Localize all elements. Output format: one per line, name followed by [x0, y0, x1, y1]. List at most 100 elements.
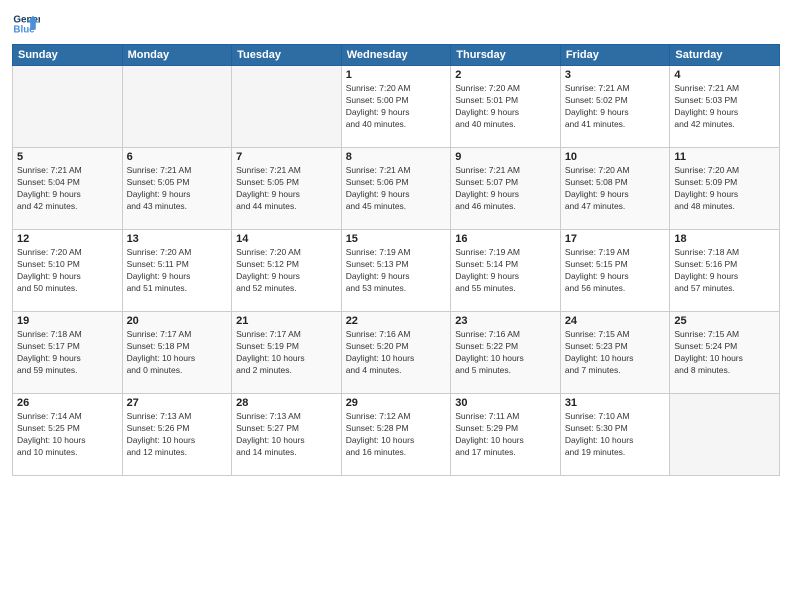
calendar-week-1: 1 Sunrise: 7:20 AM Sunset: 5:00 PM Daylig… — [13, 66, 780, 148]
day-info: Sunrise: 7:16 AM Sunset: 5:20 PM Dayligh… — [346, 329, 447, 377]
day-number: 20 — [127, 315, 228, 327]
day-info: Sunrise: 7:12 AM Sunset: 5:28 PM Dayligh… — [346, 411, 447, 459]
calendar-cell: 23 Sunrise: 7:16 AM Sunset: 5:22 PM Dayli… — [451, 312, 561, 394]
day-info: Sunrise: 7:20 AM Sunset: 5:01 PM Dayligh… — [455, 83, 556, 131]
page-container: General Blue SundayMondayTuesdayWednesda… — [0, 0, 792, 612]
calendar-cell: 27Sunrise: 7:13 AM Sunset: 5:26 PM Dayli… — [122, 394, 232, 476]
day-number: 3 — [565, 69, 666, 81]
day-info: Sunrise: 7:17 AM Sunset: 5:19 PM Dayligh… — [236, 329, 337, 377]
day-info: Sunrise: 7:20 AM Sunset: 5:00 PM Dayligh… — [346, 83, 447, 131]
calendar-week-2: 5Sunrise: 7:21 AM Sunset: 5:04 PM Daylig… — [13, 148, 780, 230]
calendar-cell: 14 Sunrise: 7:20 AM Sunset: 5:12 PM Dayli… — [232, 230, 342, 312]
day-number: 28 — [236, 397, 337, 409]
calendar-cell: 5Sunrise: 7:21 AM Sunset: 5:04 PM Daylig… — [13, 148, 123, 230]
calendar-cell: 31 Sunrise: 7:10 AM Sunset: 5:30 PM Dayli… — [560, 394, 670, 476]
day-info: Sunrise: 7:19 AM Sunset: 5:14 PM Dayligh… — [455, 247, 556, 295]
day-number: 18 — [674, 233, 775, 245]
day-number: 23 — [455, 315, 556, 327]
calendar-cell: 9 Sunrise: 7:21 AM Sunset: 5:07 PM Daylig… — [451, 148, 561, 230]
calendar-cell: 1 Sunrise: 7:20 AM Sunset: 5:00 PM Daylig… — [341, 66, 451, 148]
calendar-week-3: 12 Sunrise: 7:20 AM Sunset: 5:10 PM Dayli… — [13, 230, 780, 312]
weekday-saturday: Saturday — [670, 45, 780, 66]
calendar-cell — [670, 394, 780, 476]
day-number: 22 — [346, 315, 447, 327]
day-info: Sunrise: 7:21 AM Sunset: 5:05 PM Dayligh… — [127, 165, 228, 213]
calendar-cell: 13 Sunrise: 7:20 AM Sunset: 5:11 PM Dayli… — [122, 230, 232, 312]
calendar-cell: 18 Sunrise: 7:18 AM Sunset: 5:16 PM Dayli… — [670, 230, 780, 312]
day-info: Sunrise: 7:10 AM Sunset: 5:30 PM Dayligh… — [565, 411, 666, 459]
calendar-cell: 21Sunrise: 7:17 AM Sunset: 5:19 PM Dayli… — [232, 312, 342, 394]
calendar-table: SundayMondayTuesdayWednesdayThursdayFrid… — [12, 44, 780, 476]
logo: General Blue — [12, 10, 40, 38]
day-info: Sunrise: 7:16 AM Sunset: 5:22 PM Dayligh… — [455, 329, 556, 377]
calendar-week-4: 19 Sunrise: 7:18 AM Sunset: 5:17 PM Dayli… — [13, 312, 780, 394]
day-info: Sunrise: 7:17 AM Sunset: 5:18 PM Dayligh… — [127, 329, 228, 377]
calendar-cell — [232, 66, 342, 148]
day-number: 10 — [565, 151, 666, 163]
calendar-cell: 29 Sunrise: 7:12 AM Sunset: 5:28 PM Dayli… — [341, 394, 451, 476]
calendar-cell: 24 Sunrise: 7:15 AM Sunset: 5:23 PM Dayli… — [560, 312, 670, 394]
calendar-cell: 25 Sunrise: 7:15 AM Sunset: 5:24 PM Dayli… — [670, 312, 780, 394]
day-number: 6 — [127, 151, 228, 163]
weekday-wednesday: Wednesday — [341, 45, 451, 66]
day-number: 31 — [565, 397, 666, 409]
calendar-cell: 26 Sunrise: 7:14 AM Sunset: 5:25 PM Dayli… — [13, 394, 123, 476]
day-number: 16 — [455, 233, 556, 245]
calendar-cell — [122, 66, 232, 148]
day-info: Sunrise: 7:21 AM Sunset: 5:03 PM Dayligh… — [674, 83, 775, 131]
calendar-week-5: 26 Sunrise: 7:14 AM Sunset: 5:25 PM Dayli… — [13, 394, 780, 476]
calendar-cell: 4 Sunrise: 7:21 AM Sunset: 5:03 PM Daylig… — [670, 66, 780, 148]
calendar-cell: 19 Sunrise: 7:18 AM Sunset: 5:17 PM Dayli… — [13, 312, 123, 394]
day-number: 1 — [346, 69, 447, 81]
weekday-sunday: Sunday — [13, 45, 123, 66]
day-number: 25 — [674, 315, 775, 327]
weekday-header-row: SundayMondayTuesdayWednesdayThursdayFrid… — [13, 45, 780, 66]
day-info: Sunrise: 7:20 AM Sunset: 5:10 PM Dayligh… — [17, 247, 118, 295]
day-number: 4 — [674, 69, 775, 81]
day-info: Sunrise: 7:19 AM Sunset: 5:15 PM Dayligh… — [565, 247, 666, 295]
day-number: 27 — [127, 397, 228, 409]
day-info: Sunrise: 7:18 AM Sunset: 5:17 PM Dayligh… — [17, 329, 118, 377]
calendar-cell: 11 Sunrise: 7:20 AM Sunset: 5:09 PM Dayli… — [670, 148, 780, 230]
day-number: 26 — [17, 397, 118, 409]
day-number: 30 — [455, 397, 556, 409]
day-info: Sunrise: 7:20 AM Sunset: 5:11 PM Dayligh… — [127, 247, 228, 295]
calendar-cell: 2 Sunrise: 7:20 AM Sunset: 5:01 PM Daylig… — [451, 66, 561, 148]
day-number: 29 — [346, 397, 447, 409]
day-info: Sunrise: 7:20 AM Sunset: 5:09 PM Dayligh… — [674, 165, 775, 213]
day-number: 11 — [674, 151, 775, 163]
day-info: Sunrise: 7:21 AM Sunset: 5:07 PM Dayligh… — [455, 165, 556, 213]
day-info: Sunrise: 7:14 AM Sunset: 5:25 PM Dayligh… — [17, 411, 118, 459]
day-number: 9 — [455, 151, 556, 163]
day-number: 17 — [565, 233, 666, 245]
day-number: 2 — [455, 69, 556, 81]
day-number: 13 — [127, 233, 228, 245]
day-info: Sunrise: 7:20 AM Sunset: 5:08 PM Dayligh… — [565, 165, 666, 213]
day-info: Sunrise: 7:21 AM Sunset: 5:06 PM Dayligh… — [346, 165, 447, 213]
day-info: Sunrise: 7:13 AM Sunset: 5:27 PM Dayligh… — [236, 411, 337, 459]
day-number: 24 — [565, 315, 666, 327]
calendar-cell: 22 Sunrise: 7:16 AM Sunset: 5:20 PM Dayli… — [341, 312, 451, 394]
day-info: Sunrise: 7:15 AM Sunset: 5:23 PM Dayligh… — [565, 329, 666, 377]
day-number: 19 — [17, 315, 118, 327]
day-number: 5 — [17, 151, 118, 163]
calendar-cell: 30Sunrise: 7:11 AM Sunset: 5:29 PM Dayli… — [451, 394, 561, 476]
calendar-cell: 17 Sunrise: 7:19 AM Sunset: 5:15 PM Dayli… — [560, 230, 670, 312]
weekday-tuesday: Tuesday — [232, 45, 342, 66]
calendar-cell: 16 Sunrise: 7:19 AM Sunset: 5:14 PM Dayli… — [451, 230, 561, 312]
day-number: 12 — [17, 233, 118, 245]
calendar-cell: 10 Sunrise: 7:20 AM Sunset: 5:08 PM Dayli… — [560, 148, 670, 230]
day-info: Sunrise: 7:18 AM Sunset: 5:16 PM Dayligh… — [674, 247, 775, 295]
calendar-cell: 3 Sunrise: 7:21 AM Sunset: 5:02 PM Daylig… — [560, 66, 670, 148]
calendar-cell: 15Sunrise: 7:19 AM Sunset: 5:13 PM Dayli… — [341, 230, 451, 312]
day-number: 14 — [236, 233, 337, 245]
calendar-cell: 7Sunrise: 7:21 AM Sunset: 5:05 PM Daylig… — [232, 148, 342, 230]
day-info: Sunrise: 7:15 AM Sunset: 5:24 PM Dayligh… — [674, 329, 775, 377]
calendar-cell: 8 Sunrise: 7:21 AM Sunset: 5:06 PM Daylig… — [341, 148, 451, 230]
day-number: 8 — [346, 151, 447, 163]
weekday-monday: Monday — [122, 45, 232, 66]
day-number: 7 — [236, 151, 337, 163]
calendar-cell: 6 Sunrise: 7:21 AM Sunset: 5:05 PM Daylig… — [122, 148, 232, 230]
day-info: Sunrise: 7:21 AM Sunset: 5:02 PM Dayligh… — [565, 83, 666, 131]
day-info: Sunrise: 7:20 AM Sunset: 5:12 PM Dayligh… — [236, 247, 337, 295]
